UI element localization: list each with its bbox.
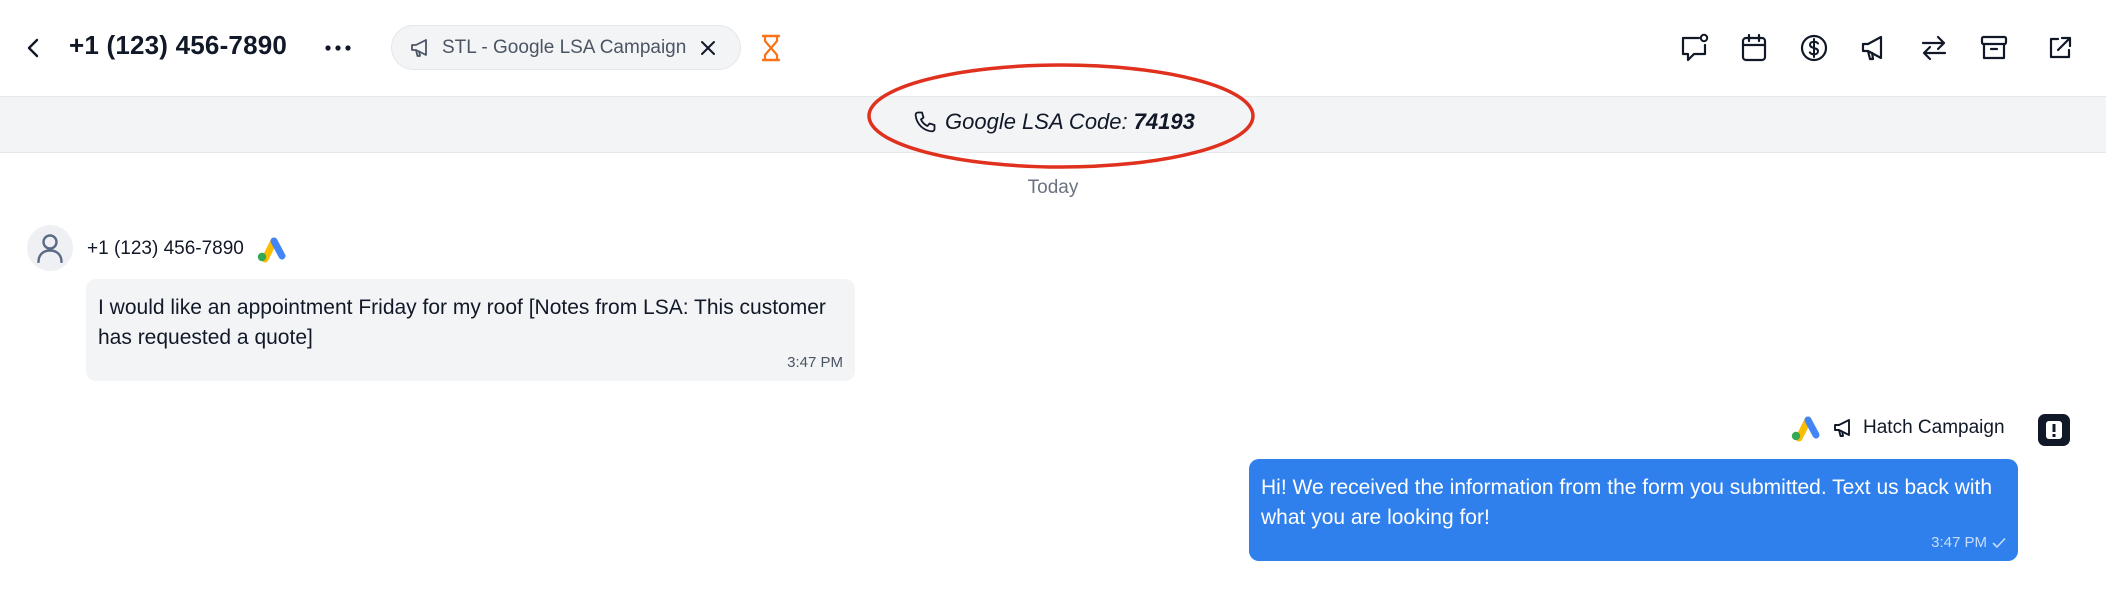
dollar-icon bbox=[1800, 34, 1828, 62]
campaign-chip-label: STL - Google LSA Campaign bbox=[442, 36, 687, 58]
outgoing-sender-name: Hatch Campaign bbox=[1863, 417, 2005, 438]
message-time: 3:47 PM bbox=[1931, 534, 1987, 551]
remove-campaign-button[interactable] bbox=[696, 36, 720, 60]
message-time: 3:47 PM bbox=[787, 354, 843, 371]
schedule-button[interactable] bbox=[1734, 28, 1774, 68]
lsa-code-content: Google LSA Code: 74193 bbox=[913, 109, 1195, 135]
message-status: 3:47 PM bbox=[1931, 534, 2006, 551]
incoming-sender-name: +1 (123) 456-7890 bbox=[87, 238, 244, 259]
calendar-icon bbox=[1741, 33, 1767, 62]
conversation-header: +1 (123) 456-7890 STL - Google LSA Campa… bbox=[0, 0, 2106, 96]
back-button[interactable] bbox=[18, 31, 48, 65]
close-icon bbox=[701, 41, 715, 55]
payment-button[interactable] bbox=[1794, 28, 1834, 68]
google-ads-icon bbox=[1791, 416, 1820, 442]
hatch-logo-icon bbox=[2038, 414, 2070, 446]
archive-icon bbox=[1980, 35, 2008, 60]
megaphone-icon bbox=[411, 38, 427, 57]
note-icon bbox=[1681, 33, 1709, 62]
campaign-button[interactable] bbox=[1854, 28, 1894, 68]
external-link-icon bbox=[2049, 36, 2072, 59]
archive-button[interactable] bbox=[1974, 28, 2014, 68]
incoming-message-bubble: I would like an appointment Friday for m… bbox=[86, 279, 855, 381]
open-external-button[interactable] bbox=[2040, 28, 2080, 68]
lsa-code-banner: Google LSA Code: 74193 bbox=[0, 96, 2106, 153]
contact-avatar bbox=[27, 225, 73, 271]
megaphone-icon bbox=[1861, 35, 1883, 61]
chevron-left-icon bbox=[27, 38, 39, 58]
day-divider: Today bbox=[1027, 177, 1079, 198]
contact-title: +1 (123) 456-7890 bbox=[69, 30, 288, 60]
transfer-button[interactable] bbox=[1914, 28, 1954, 68]
hourglass-icon bbox=[760, 34, 782, 62]
lsa-code-label: Google LSA Code: bbox=[945, 109, 1128, 134]
message-text: Hi! We received the information from the… bbox=[1261, 476, 1993, 529]
transfer-icon bbox=[1921, 35, 1947, 61]
message-text: I would like an appointment Friday for m… bbox=[98, 296, 826, 349]
more-options-button[interactable] bbox=[318, 30, 358, 66]
user-icon bbox=[37, 234, 63, 263]
phone-icon bbox=[914, 111, 936, 133]
more-horizontal-icon bbox=[325, 45, 351, 51]
google-ads-icon bbox=[257, 237, 286, 263]
campaign-chip[interactable]: STL - Google LSA Campaign bbox=[391, 25, 741, 70]
outgoing-message-bubble: Hi! We received the information from the… bbox=[1249, 459, 2018, 561]
lsa-code-value: 74193 bbox=[1133, 109, 1195, 134]
megaphone-icon bbox=[1834, 419, 1850, 437]
add-note-button[interactable] bbox=[1674, 28, 1714, 68]
check-icon bbox=[1992, 537, 2006, 548]
